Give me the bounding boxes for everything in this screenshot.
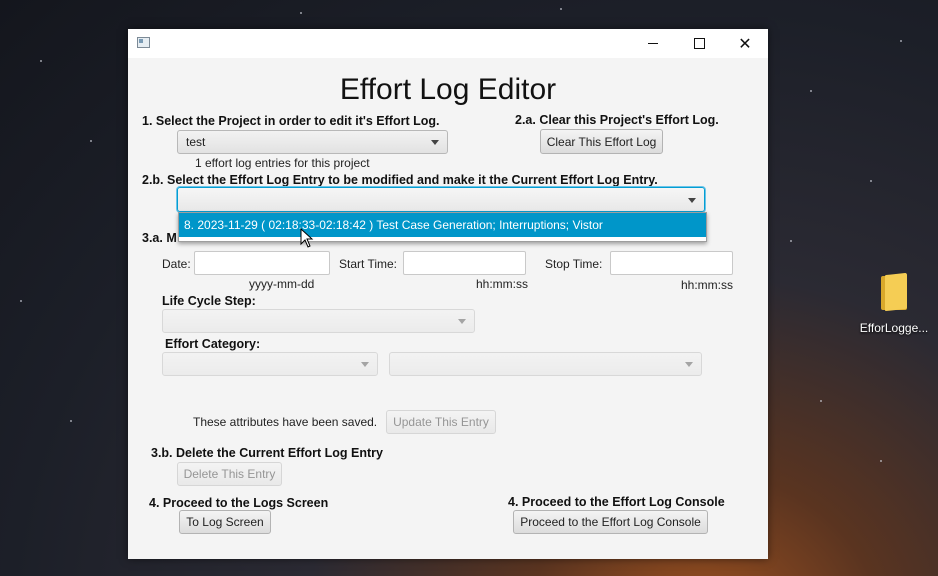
chevron-down-icon <box>361 362 369 367</box>
chevron-down-icon <box>458 319 466 324</box>
mouse-cursor-icon <box>300 228 314 248</box>
page-title: Effort Log Editor <box>339 73 557 106</box>
saved-status-text: These attributes have been saved. <box>193 415 378 429</box>
step2b-label: 2.b. Select the Effort Log Entry to be m… <box>142 173 658 187</box>
effort-log-entry-combo[interactable] <box>177 187 705 212</box>
date-field[interactable] <box>194 251 330 275</box>
step4-console-label: 4. Proceed to the Effort Log Console <box>508 495 725 509</box>
start-time-format-hint: hh:mm:ss <box>476 277 529 291</box>
update-entry-button[interactable]: Update This Entry <box>386 410 496 434</box>
app-icon <box>137 37 150 48</box>
effort-category-label: Effort Category: <box>165 337 261 351</box>
entry-dropdown-list: 8. 2023-11-29 ( 02:18:33-02:18:42 ) Test… <box>178 212 707 242</box>
date-format-hint: yyyy-mm-dd <box>249 277 315 291</box>
folder-icon <box>879 272 909 312</box>
step2a-label: 2.a. Clear this Project's Effort Log. <box>515 113 719 127</box>
step3b-label: 3.b. Delete the Current Effort Log Entry <box>151 446 383 460</box>
life-cycle-step-label: Life Cycle Step: <box>162 294 256 308</box>
close-button[interactable]: ✕ <box>722 29 768 58</box>
effort-log-editor-window: ✕ Effort Log Editor 1. Select the Projec… <box>128 29 768 559</box>
to-log-screen-button[interactable]: To Log Screen <box>179 510 271 534</box>
date-label: Date: <box>162 257 191 271</box>
stop-time-field[interactable] <box>610 251 733 275</box>
step1-label: 1. Select the Project in order to edit i… <box>142 114 440 128</box>
effort-detail-combo[interactable] <box>389 352 702 376</box>
project-combo[interactable]: test <box>177 130 448 154</box>
title-bar: ✕ <box>128 29 768 58</box>
chevron-down-icon <box>685 362 693 367</box>
minimize-icon <box>648 43 658 44</box>
stop-time-format-hint: hh:mm:ss <box>681 278 734 292</box>
maximize-button[interactable] <box>676 29 722 58</box>
start-time-label: Start Time: <box>339 257 398 271</box>
life-cycle-step-combo[interactable] <box>162 309 475 333</box>
chevron-down-icon <box>688 197 696 203</box>
delete-entry-button[interactable]: Delete This Entry <box>177 462 282 486</box>
dropdown-option[interactable]: 8. 2023-11-29 ( 02:18:33-02:18:42 ) Test… <box>179 213 706 237</box>
minimize-button[interactable] <box>630 29 676 58</box>
project-combo-value: test <box>186 135 206 149</box>
stop-time-label: Stop Time: <box>545 257 603 271</box>
clear-effort-log-button[interactable]: Clear This Effort Log <box>540 129 663 154</box>
step3a-label: 3.a. M <box>142 231 177 245</box>
entry-count-text: 1 effort log entries for this project <box>195 156 370 170</box>
close-icon: ✕ <box>738 35 752 53</box>
effort-log-console-button[interactable]: Proceed to the Effort Log Console <box>513 510 708 534</box>
effort-category-combo[interactable] <box>162 352 378 376</box>
step4-logs-label: 4. Proceed to the Logs Screen <box>149 496 329 510</box>
chevron-down-icon <box>431 140 439 145</box>
maximize-icon <box>693 38 705 49</box>
desktop-folder-label: EfforLogge... <box>859 321 929 335</box>
desktop-folder-icon[interactable]: EfforLogge... <box>856 272 932 335</box>
start-time-field[interactable] <box>403 251 526 275</box>
